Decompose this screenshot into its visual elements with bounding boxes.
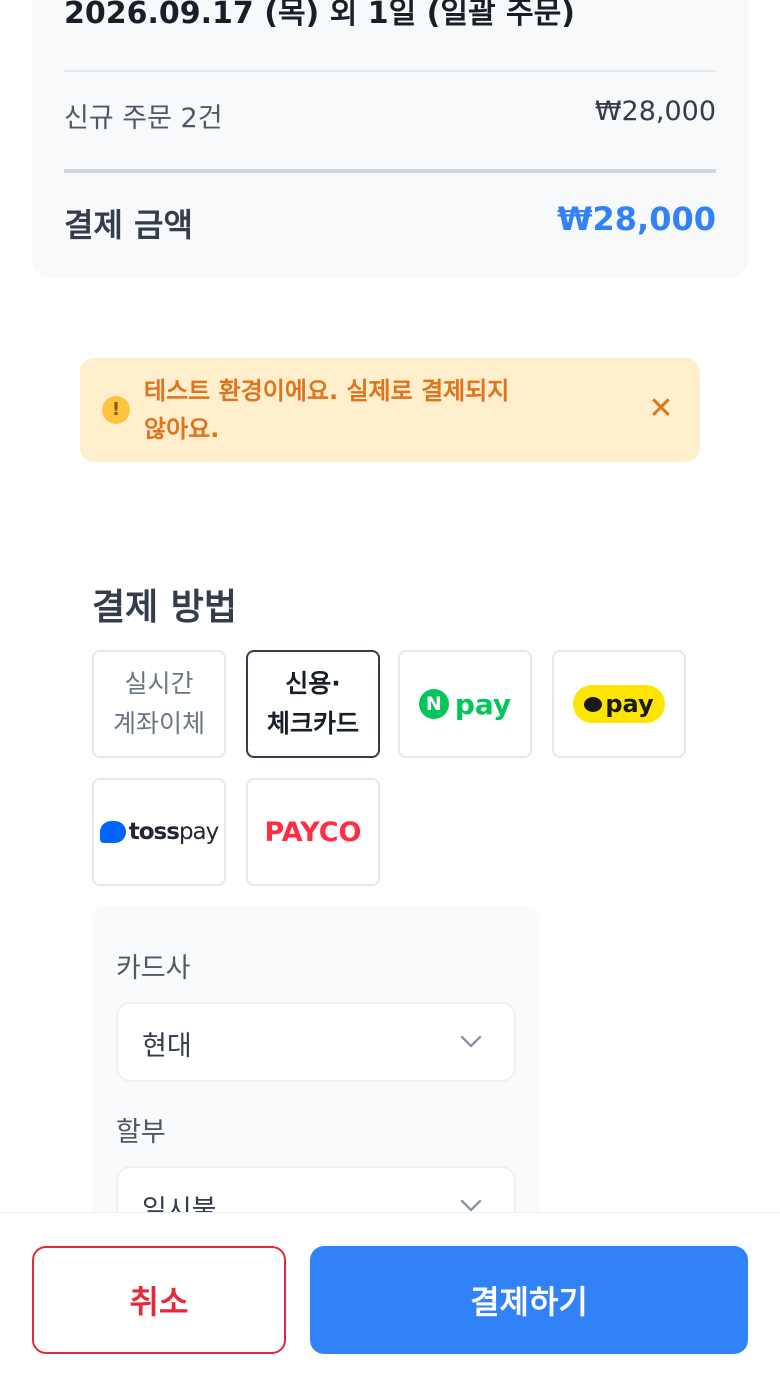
divider xyxy=(64,169,716,173)
payment-method-title: 결제 방법 xyxy=(92,587,238,628)
order-title: 2026.09.17 (목) 외 1일 (일괄 주문) xyxy=(64,0,575,31)
kakao-pay-text: pay xyxy=(605,690,654,718)
naver-pay-logo: N pay xyxy=(418,687,512,721)
new-orders-label: 신규 주문 2건 xyxy=(64,103,223,134)
toss-logo-icon xyxy=(99,821,126,843)
toss-pay-logo: toss pay xyxy=(99,819,219,845)
speech-bubble-icon xyxy=(584,696,603,712)
installment-label: 할부 xyxy=(116,1117,166,1148)
payment-method-naver-pay[interactable]: N pay xyxy=(398,650,532,758)
toss-pay-text: pay xyxy=(178,819,219,845)
card-company-select[interactable]: 현대 xyxy=(116,1002,516,1082)
label-line-1: 실시간 xyxy=(124,669,194,698)
exclamation-icon: ! xyxy=(102,396,130,424)
label-line-1: 신용· xyxy=(285,669,341,698)
label-line-2: 계좌이체 xyxy=(112,709,205,738)
card-company-label: 카드사 xyxy=(116,953,191,984)
close-icon[interactable]: ✕ xyxy=(644,392,678,426)
new-orders-amount: ₩28,000 xyxy=(594,96,716,127)
divider xyxy=(64,70,716,72)
notice-message: 테스트 환경이에요. 실제로 결제되지 않아요. xyxy=(144,372,564,448)
payment-method-toss-pay[interactable]: toss pay xyxy=(92,778,226,886)
total-amount-label: 결제 금액 xyxy=(64,206,193,244)
cancel-button[interactable]: 취소 xyxy=(32,1246,286,1354)
label-line-2: 체크카드 xyxy=(266,709,359,738)
payment-method-label: 신용· 체크카드 xyxy=(267,664,359,744)
payment-method-kakao-pay[interactable]: pay xyxy=(552,650,686,758)
naver-pay-text: pay xyxy=(454,687,512,721)
payment-method-payco[interactable]: PAYCO xyxy=(246,778,380,886)
notice-line-2: 않아요. xyxy=(144,415,220,443)
payment-method-credit-card[interactable]: 신용· 체크카드 xyxy=(246,650,380,758)
chevron-down-icon xyxy=(460,1035,482,1048)
naver-n-icon: N xyxy=(418,689,449,719)
kakao-pay-logo: pay xyxy=(573,685,665,723)
test-environment-notice: ! 테스트 환경이에요. 실제로 결제되지 않아요. ✕ xyxy=(80,358,700,462)
payco-logo: PAYCO xyxy=(264,816,362,848)
pay-button[interactable]: 결제하기 xyxy=(310,1246,748,1354)
toss-text: toss xyxy=(128,819,180,845)
payment-method-label: 실시간 계좌이체 xyxy=(113,664,205,744)
payment-method-bank-transfer[interactable]: 실시간 계좌이체 xyxy=(92,650,226,758)
card-company-value: 현대 xyxy=(142,1031,192,1062)
total-amount-value: ₩28,000 xyxy=(557,200,716,238)
notice-line-1: 테스트 환경이에요. 실제로 결제되지 xyxy=(144,377,510,405)
